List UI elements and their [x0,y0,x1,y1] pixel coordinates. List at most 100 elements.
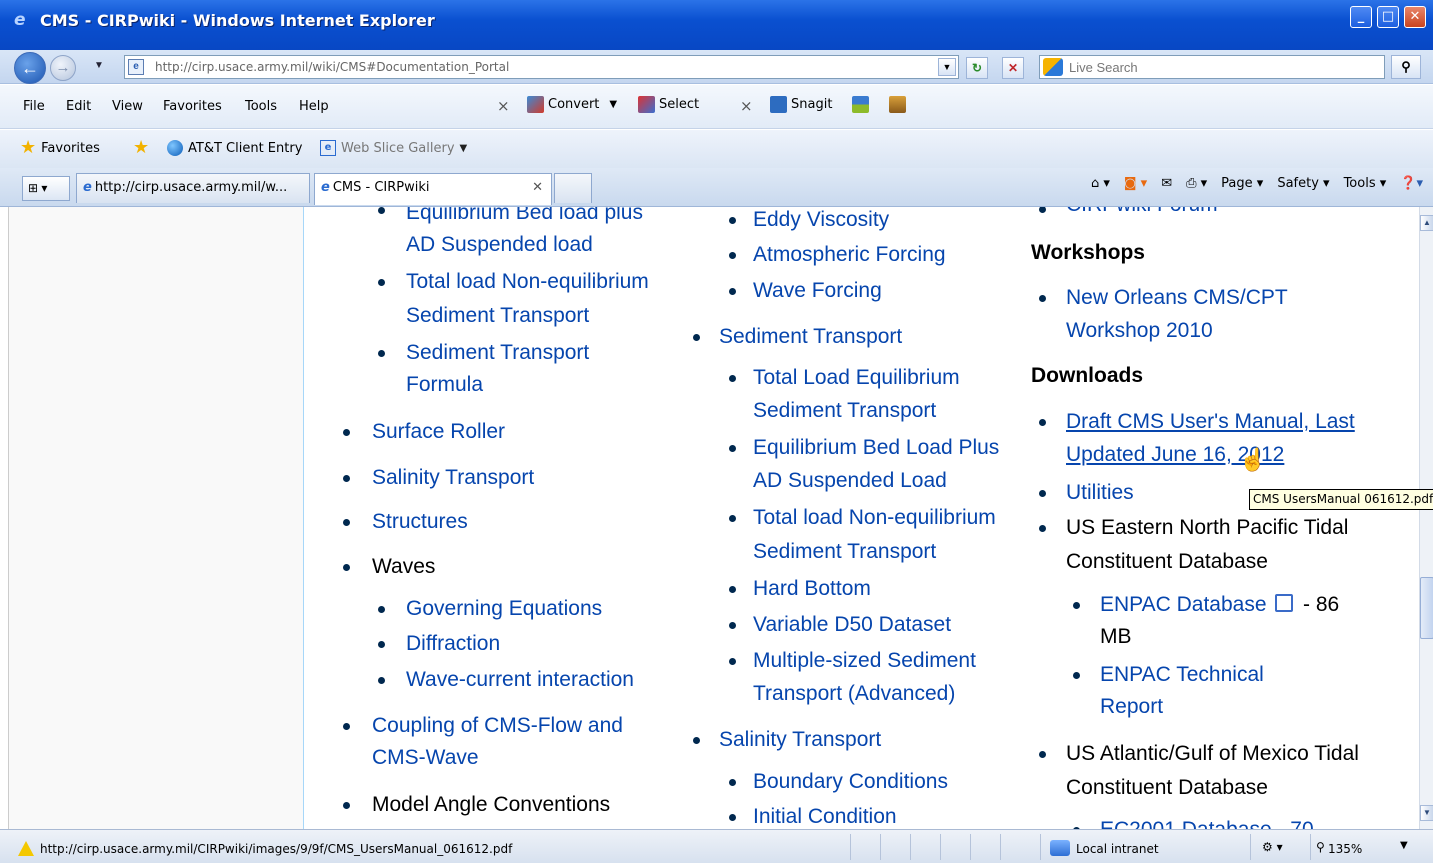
close-toolbar-icon[interactable]: × [497,97,510,115]
link-initial-condition[interactable]: Initial Condition [753,801,897,829]
print-icon[interactable]: ⎙ ▾ [1186,176,1207,191]
link-total-load-noneq-mid-2[interactable]: Sediment Transport [753,536,936,568]
external-link-icon [1275,594,1293,612]
link-diffraction[interactable]: Diffraction [406,628,500,660]
add-favorite-icon: ★ [133,137,150,158]
bullet [1039,525,1046,532]
link-enpac-technical-report[interactable]: ENPAC Technical [1100,659,1264,691]
link-new-orleans-workshop-2[interactable]: Workshop 2010 [1066,315,1213,347]
zoom-level[interactable]: 135% [1328,842,1362,856]
link-eddy-viscosity[interactable]: Eddy Viscosity [753,207,889,236]
maximize-button[interactable]: □ [1377,6,1399,28]
scroll-thumb[interactable] [1420,577,1433,639]
link-hard-bottom[interactable]: Hard Bottom [753,573,871,605]
home-icon[interactable]: ⌂ ▾ [1091,176,1110,191]
menu-edit[interactable]: Edit [66,99,91,114]
link-eq-bed-load-plus[interactable]: Equilibrium Bed Load Plus [753,432,999,464]
convert-button[interactable]: Convert ▼ [527,96,617,113]
protected-mode-icon[interactable]: ⚙ ▾ [1262,840,1283,854]
link-wave-forcing[interactable]: Wave Forcing [753,275,882,307]
tab-cms-cirpwiki[interactable]: e CMS - CIRPwiki ✕ [314,173,552,205]
menu-view[interactable]: View [112,99,143,114]
tab-cirp-wiki[interactable]: e http://cirp.usace.army.mil/w... [76,173,310,203]
link-utilities[interactable]: Utilities [1066,477,1134,509]
search-input[interactable]: Live Search [1039,55,1385,79]
add-favorite-button[interactable]: ★ [133,137,150,158]
address-dropdown-icon[interactable]: ▼ [938,58,956,76]
menu-file[interactable]: File [23,99,45,114]
vertical-scrollbar[interactable]: ▲ ▼ [1419,207,1433,829]
link-draft-users-manual[interactable]: Draft CMS User's Manual, Last [1066,406,1355,438]
safety-menu[interactable]: Safety ▾ [1277,176,1329,191]
menu-favorites[interactable]: Favorites [163,99,222,114]
refresh-icon[interactable]: ↻ [966,57,988,79]
link-wave-current-interaction[interactable]: Wave-current interaction [406,664,634,696]
stop-icon[interactable]: ✕ [1002,57,1024,79]
minimize-button[interactable]: _ [1350,6,1372,28]
quick-tabs-button[interactable]: ⊞ ▾ [22,176,70,201]
address-field[interactable]: e http://cirp.usace.army.mil/wiki/CMS#Do… [124,55,959,79]
tools-menu[interactable]: Tools ▾ [1344,176,1387,191]
new-tab-button[interactable] [554,173,592,203]
zoom-dropdown-icon[interactable]: ▼ [1400,840,1408,851]
menu-help[interactable]: Help [299,99,329,114]
select-button[interactable]: Select [638,96,699,113]
recent-pages-dropdown[interactable]: ▼ [94,60,104,71]
web-slice-gallery-link[interactable]: e Web Slice Gallery ▼ [320,140,467,156]
link-eq-bed-load-plus-2[interactable]: AD Suspended Load [753,465,947,497]
page-menu[interactable]: Page ▾ [1221,176,1263,191]
model-angle-conventions-label: Model Angle Conventions [372,793,611,816]
favorites-button[interactable]: ★ Favorites [20,139,100,157]
status-divider [1040,834,1041,860]
bullet [1039,751,1046,758]
link-sediment-transport-formula[interactable]: Sediment Transport [406,337,589,369]
link-total-load-noneq[interactable]: Total load Non-equilibrium [406,266,649,298]
link-boundary-conditions[interactable]: Boundary Conditions [753,766,948,798]
scroll-up-icon[interactable]: ▲ [1420,215,1433,231]
snagit-button[interactable]: Snagit [770,96,832,113]
link-structures[interactable]: Structures [372,506,468,538]
att-client-entry-link[interactable]: AT&T Client Entry [167,140,302,156]
link-total-load-noneq-mid[interactable]: Total load Non-equilibrium [753,502,996,534]
forward-button[interactable]: → [50,55,76,81]
bullet [729,288,736,295]
close-button[interactable]: ✕ [1404,6,1426,28]
link-variable-d50[interactable]: Variable D50 Dataset [753,609,951,641]
link-governing-equations[interactable]: Governing Equations [406,593,602,625]
link-sediment-transport[interactable]: Sediment Transport [719,321,902,353]
link-eq-bed-load-cut[interactable]: Equilibrium Bed load plus [406,207,643,229]
link-enpac-technical-report-2[interactable]: Report [1100,691,1163,723]
feeds-icon[interactable]: ◙ ▾ [1124,176,1147,191]
convert-dropdown-icon[interactable]: ▼ [609,99,617,110]
link-enpac-database[interactable]: ENPAC Database [1100,589,1267,621]
link-new-orleans-workshop[interactable]: New Orleans CMS/CPT [1066,282,1288,314]
link-sediment-transport-formula-2[interactable]: Formula [406,369,483,401]
link-total-load-eq[interactable]: Total Load Equilibrium [753,362,960,394]
link-coupling[interactable]: Coupling of CMS-Flow and [372,710,623,742]
link-multiple-sized-sediment-2[interactable]: Transport (Advanced) [753,678,955,710]
globe-icon [167,140,183,156]
menu-tools[interactable]: Tools [245,99,277,114]
link-total-load-noneq-2[interactable]: Sediment Transport [406,300,589,332]
link-salinity-transport[interactable]: Salinity Transport [372,462,534,494]
link-cirpwiki-forum-cut[interactable]: CIRPwiki Forum [1066,207,1218,221]
help-icon[interactable]: ❓▾ [1400,176,1423,191]
bullet [1039,490,1046,497]
link-surface-roller[interactable]: Surface Roller [372,416,505,448]
scroll-down-icon[interactable]: ▼ [1420,805,1433,821]
link-ad-suspended-load[interactable]: AD Suspended load [406,229,593,261]
link-coupling-2[interactable]: CMS-Wave [372,742,479,774]
link-multiple-sized-sediment[interactable]: Multiple-sized Sediment [753,645,976,677]
snagit-capture-button[interactable] [852,96,869,113]
link-salinity-transport-mid[interactable]: Salinity Transport [719,724,881,756]
link-ec2001-database-cut[interactable]: EC2001 Database - 70 [1100,814,1314,829]
search-go-icon[interactable]: ⚲ [1391,55,1421,79]
back-button[interactable]: ← [14,52,46,84]
close-snagit-toolbar-icon[interactable]: × [740,97,753,115]
link-atmospheric-forcing[interactable]: Atmospheric Forcing [753,239,946,271]
snagit-editor-button[interactable] [889,96,906,113]
link-total-load-eq-2[interactable]: Sediment Transport [753,395,936,427]
read-mail-icon[interactable]: ✉ [1161,176,1172,191]
close-tab-icon[interactable]: ✕ [532,174,543,202]
bullet [729,622,736,629]
